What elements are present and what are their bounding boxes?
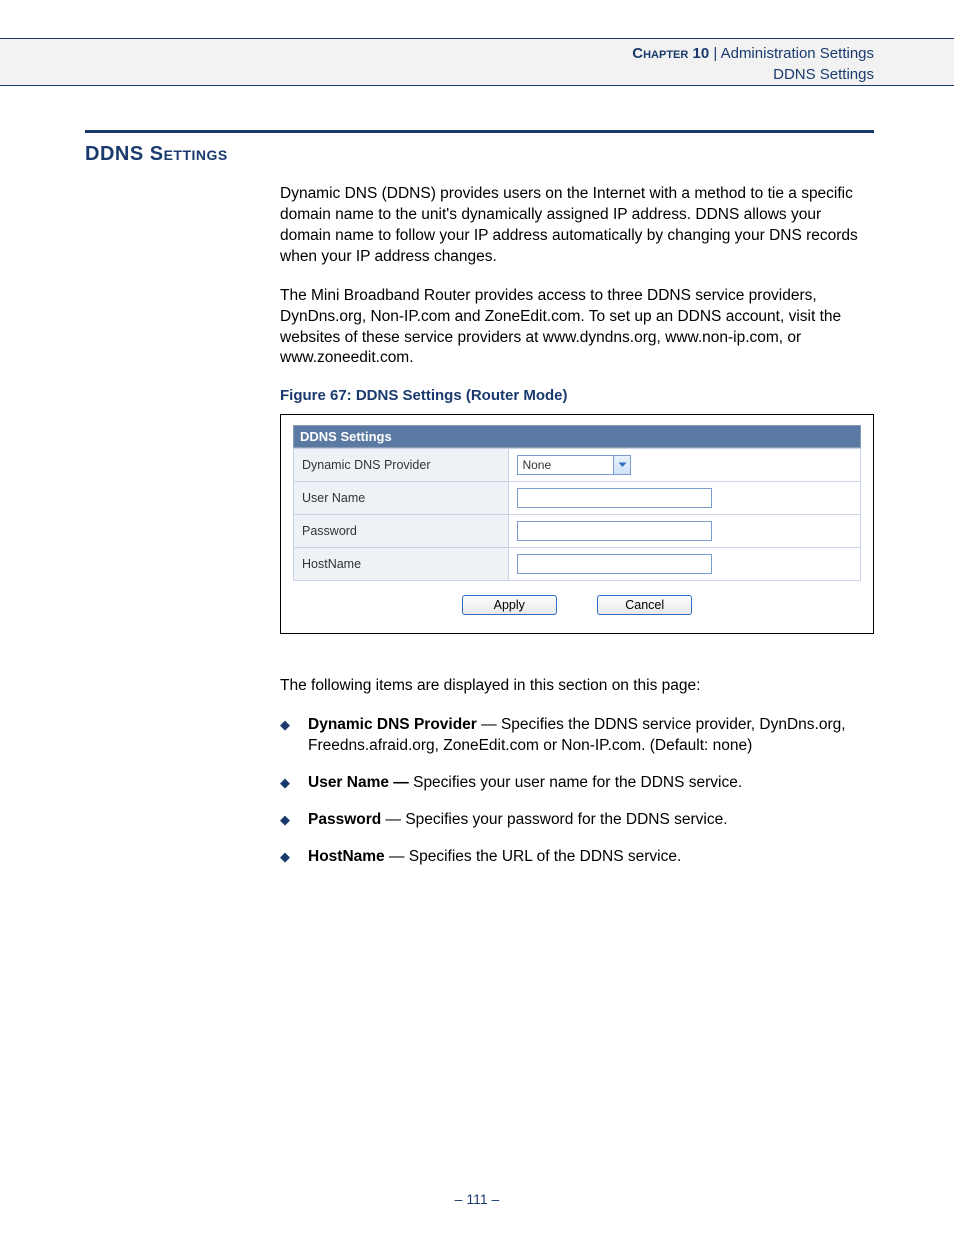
- chapter-name: Administration Settings: [721, 45, 874, 62]
- row-password: Password: [294, 515, 861, 548]
- header-separator: |: [709, 45, 720, 62]
- bullet-text: — Specifies your password for the DDNS s…: [381, 811, 727, 828]
- provider-select[interactable]: None: [517, 455, 631, 475]
- settings-table: Dynamic DNS Provider None User Name: [293, 448, 861, 581]
- section-title: DDNS Settings: [85, 143, 874, 166]
- page-header: Chapter 10 | Administration Settings DDN…: [0, 38, 954, 86]
- username-label: User Name: [294, 482, 509, 515]
- chapter-label: Chapter 10: [632, 45, 709, 62]
- row-hostname: HostName: [294, 548, 861, 581]
- page-number: – 111 –: [0, 1191, 954, 1207]
- password-input[interactable]: [517, 521, 712, 541]
- body-column: Dynamic DNS (DDNS) provides users on the…: [280, 184, 874, 868]
- header-subtitle: DDNS Settings: [0, 64, 874, 85]
- provider-select-value: None: [518, 456, 613, 474]
- content-area: DDNS Settings Dynamic DNS (DDNS) provide…: [85, 130, 874, 884]
- paragraph-2: The Mini Broadband Router provides acces…: [280, 286, 874, 370]
- panel-title: DDNS Settings: [293, 425, 861, 448]
- hostname-input[interactable]: [517, 554, 712, 574]
- figure-frame: DDNS Settings Dynamic DNS Provider None: [280, 414, 874, 634]
- username-input[interactable]: [517, 488, 712, 508]
- cancel-button[interactable]: Cancel: [597, 595, 692, 615]
- password-label: Password: [294, 515, 509, 548]
- chevron-down-icon: [613, 456, 630, 474]
- hostname-label: HostName: [294, 548, 509, 581]
- bullet-hostname: HostName — Specifies the URL of the DDNS…: [280, 847, 874, 868]
- bullet-list: Dynamic DNS Provider — Specifies the DDN…: [280, 715, 874, 868]
- bullet-term: Dynamic DNS Provider: [308, 716, 477, 733]
- row-username: User Name: [294, 482, 861, 515]
- bullet-text: — Specifies the URL of the DDNS service.: [385, 848, 682, 865]
- provider-label: Dynamic DNS Provider: [294, 449, 509, 482]
- button-row: Apply Cancel: [293, 595, 861, 615]
- bullet-username: User Name — Specifies your user name for…: [280, 773, 874, 794]
- bullet-term: HostName: [308, 848, 385, 865]
- bullet-term: User Name —: [308, 774, 409, 791]
- bullet-term: Password: [308, 811, 381, 828]
- bullet-provider: Dynamic DNS Provider — Specifies the DDN…: [280, 715, 874, 757]
- bullet-password: Password — Specifies your password for t…: [280, 810, 874, 831]
- figure-caption: Figure 67: DDNS Settings (Router Mode): [280, 387, 874, 404]
- paragraph-3: The following items are displayed in thi…: [280, 676, 874, 697]
- section-rule: [85, 130, 874, 133]
- row-provider: Dynamic DNS Provider None: [294, 449, 861, 482]
- paragraph-1: Dynamic DNS (DDNS) provides users on the…: [280, 184, 874, 268]
- bullet-text: Specifies your user name for the DDNS se…: [409, 774, 742, 791]
- apply-button[interactable]: Apply: [462, 595, 557, 615]
